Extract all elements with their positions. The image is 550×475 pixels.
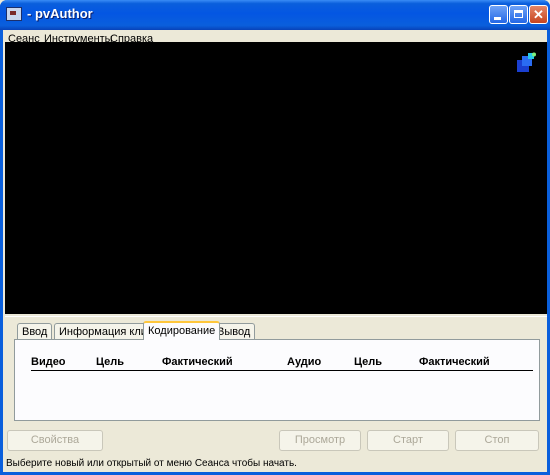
windows-media-logo-icon (517, 52, 536, 72)
title-bar[interactable]: - pvAuthor ✕ (0, 0, 550, 30)
column-video: Видео (31, 356, 66, 368)
column-audio-actual: Фактический (419, 356, 490, 368)
preview-button[interactable]: Просмотр (279, 430, 361, 451)
video-preview-area (5, 42, 547, 314)
column-audio-target: Цель (354, 356, 383, 368)
settings-panel: Ввод Информация клипа Кодирование Вывод … (5, 316, 547, 459)
column-video-actual: Фактический (162, 356, 233, 368)
tab-input[interactable]: Ввод (17, 323, 53, 339)
minimize-button[interactable] (489, 5, 508, 24)
stop-button[interactable]: Стоп (455, 430, 539, 451)
close-button[interactable]: ✕ (529, 5, 548, 24)
status-bar: Выберите новый или открытый от меню Сеан… (6, 458, 297, 469)
window-title: - pvAuthor (27, 6, 93, 21)
column-audio: Аудио (287, 356, 322, 368)
start-button[interactable]: Старт (367, 430, 449, 451)
app-window: - pvAuthor ✕ Сеанс Инструменты Справка В… (0, 0, 550, 475)
column-video-target: Цель (96, 356, 125, 368)
header-divider (31, 370, 533, 371)
maximize-button[interactable] (509, 5, 528, 24)
properties-button[interactable]: Свойства (7, 430, 103, 451)
encoding-tab-page: Видео Цель Фактический Аудио Цель Фактич… (14, 339, 540, 421)
tab-encoding[interactable]: Кодирование (143, 321, 221, 340)
app-icon[interactable] (6, 7, 22, 21)
